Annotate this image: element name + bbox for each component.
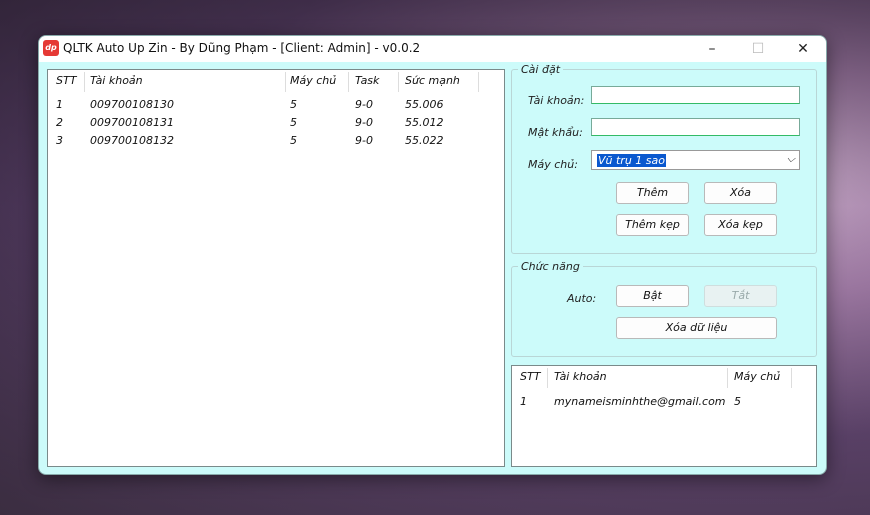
window-title: QLTK Auto Up Zin - By Dũng Phạm - [Clien… xyxy=(63,41,421,55)
clear-data-button[interactable]: Xóa dữ liệu xyxy=(616,317,777,339)
cell-power: 55.022 xyxy=(405,134,444,147)
password-label: Mật khẩu: xyxy=(528,126,583,139)
password-input[interactable] xyxy=(591,118,800,136)
column-divider xyxy=(285,72,286,92)
close-button[interactable]: ✕ xyxy=(780,36,826,62)
server-select[interactable]: Vũ trụ 1 sao ⌵ xyxy=(591,150,800,170)
col-header-task[interactable]: Task xyxy=(355,74,379,87)
col-header-server[interactable]: Máy chủ xyxy=(734,370,780,383)
cell-stt: 1 xyxy=(56,98,63,111)
table-row[interactable]: 1 009700108130 5 9-0 55.006 xyxy=(48,96,504,114)
account-label: Tài khoản: xyxy=(528,94,585,107)
cell-task: 9-0 xyxy=(355,98,373,111)
add-button[interactable]: Thêm xyxy=(616,182,689,204)
auto-off-button[interactable]: Tắt xyxy=(704,285,777,307)
table-row[interactable]: 1 mynameisminhthe@gmail.com 5 xyxy=(512,393,816,411)
col-header-power[interactable]: Sức mạnh xyxy=(405,74,460,87)
maximize-button[interactable]: ☐ xyxy=(735,36,781,62)
app-logo-icon: dp xyxy=(43,40,59,56)
cell-power: 55.012 xyxy=(405,116,444,129)
cell-account: 009700108131 xyxy=(90,116,174,129)
auto-label: Auto: xyxy=(567,292,597,305)
cell-server: 5 xyxy=(290,98,297,111)
minimize-button[interactable]: – xyxy=(689,36,735,62)
cell-stt: 1 xyxy=(520,395,527,408)
cell-server: 5 xyxy=(734,395,741,408)
cell-account: 009700108132 xyxy=(90,134,174,147)
cell-account: mynameisminhthe@gmail.com xyxy=(554,395,726,408)
functions-legend: Chức năng xyxy=(521,260,580,273)
email-accounts-table[interactable]: STT Tài khoản Máy chủ 1 mynameisminhthe@… xyxy=(511,365,817,467)
title-bar[interactable]: dp QLTK Auto Up Zin - By Dũng Phạm - [Cl… xyxy=(39,36,826,62)
column-divider xyxy=(547,368,548,388)
cell-account: 009700108130 xyxy=(90,98,174,111)
accounts-table[interactable]: STT Tài khoản Máy chủ Task Sức mạnh 1 00… xyxy=(47,69,505,467)
cell-server: 5 xyxy=(290,134,297,147)
delete-multi-button[interactable]: Xóa kẹp xyxy=(704,214,777,236)
settings-legend: Cài đặt xyxy=(521,63,561,76)
auto-on-button[interactable]: Bật xyxy=(616,285,689,307)
column-divider xyxy=(791,368,792,388)
email-table-header: STT Tài khoản Máy chủ xyxy=(512,366,816,390)
add-multi-button[interactable]: Thêm kẹp xyxy=(616,214,689,236)
delete-button[interactable]: Xóa xyxy=(704,182,777,204)
cell-task: 9-0 xyxy=(355,116,373,129)
column-divider xyxy=(348,72,349,92)
column-divider xyxy=(398,72,399,92)
app-window: dp QLTK Auto Up Zin - By Dũng Phạm - [Cl… xyxy=(38,35,827,475)
cell-stt: 2 xyxy=(56,116,63,129)
cell-task: 9-0 xyxy=(355,134,373,147)
cell-server: 5 xyxy=(290,116,297,129)
column-divider xyxy=(478,72,479,92)
table-row[interactable]: 2 009700108131 5 9-0 55.012 xyxy=(48,114,504,132)
col-header-account[interactable]: Tài khoản xyxy=(90,74,143,87)
col-header-stt[interactable]: STT xyxy=(520,370,540,383)
server-selected-value: Vũ trụ 1 sao xyxy=(597,154,666,167)
col-header-server[interactable]: Máy chủ xyxy=(290,74,336,87)
server-label: Máy chủ: xyxy=(528,158,578,171)
col-header-account[interactable]: Tài khoản xyxy=(554,370,607,383)
table-row[interactable]: 3 009700108132 5 9-0 55.022 xyxy=(48,132,504,150)
chevron-down-icon[interactable]: ⌵ xyxy=(787,152,795,166)
cell-power: 55.006 xyxy=(405,98,444,111)
cell-stt: 3 xyxy=(56,134,63,147)
column-divider xyxy=(84,72,85,92)
column-divider xyxy=(727,368,728,388)
col-header-stt[interactable]: STT xyxy=(56,74,76,87)
functions-group: Chức năng xyxy=(511,260,817,357)
accounts-table-header: STT Tài khoản Máy chủ Task Sức mạnh xyxy=(48,70,504,94)
account-input[interactable] xyxy=(591,86,800,104)
